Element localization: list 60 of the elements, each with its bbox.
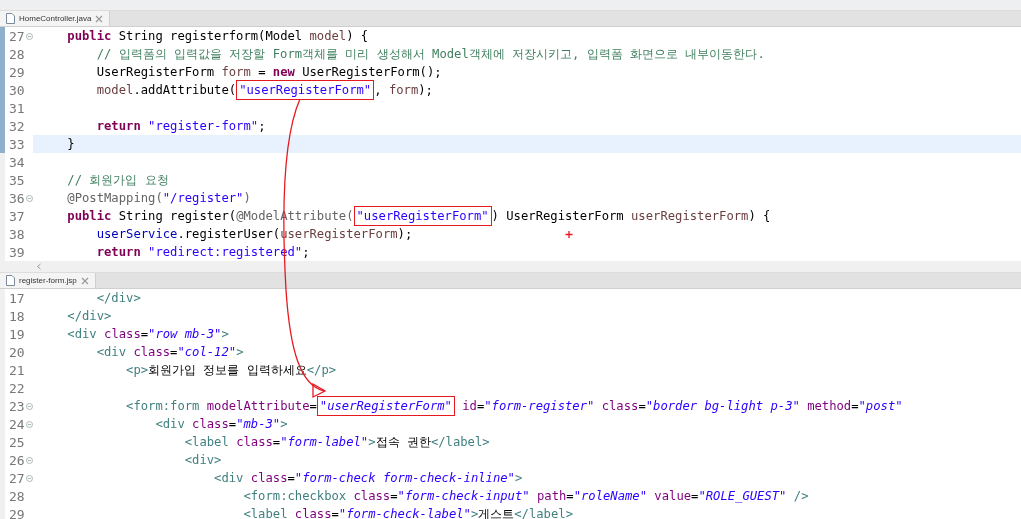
code-line: model.addAttribute( "userRegisterForm" , form); <box>38 83 433 97</box>
code-line: <div class="col-12"> <box>95 345 244 359</box>
code-line: <form:form modelAttribute= "userRegisterForm" id="form-register" class="border bg-light p-3" method="post" <box>38 399 903 413</box>
code-line: <div class="row mb-3"> <box>66 327 229 341</box>
file-icon <box>6 275 15 286</box>
fold-icon[interactable] <box>25 194 33 202</box>
code-line: </div> <box>95 291 141 305</box>
fold-icon[interactable] <box>25 32 33 40</box>
line-number: 18 <box>9 308 25 324</box>
line-number: 25 <box>9 434 25 450</box>
code-line: } <box>66 137 75 151</box>
editor-tab[interactable]: HomeController.java <box>0 11 111 26</box>
code-line: <div> <box>183 453 222 467</box>
code-line: return "register-form"; <box>95 119 266 133</box>
cursor-icon <box>564 230 574 239</box>
line-number: 23 <box>9 398 25 414</box>
scrollbar[interactable] <box>0 261 1021 273</box>
code-line: <label class="form-check-label">게스트</label> <box>242 505 573 519</box>
line-number: 28 <box>9 46 25 62</box>
line-number: 32 <box>9 118 25 134</box>
line-number: 21 <box>9 362 25 378</box>
line-number: 35 <box>9 172 25 188</box>
fold-icon[interactable] <box>25 474 33 482</box>
code-line: <div class="form-check form-check-inline"> <box>213 471 523 485</box>
line-number: 26 <box>9 452 25 468</box>
line-number: 27 <box>9 470 25 486</box>
line-number: 27 <box>9 28 25 44</box>
code-line: <div class="mb-3"> <box>154 417 288 431</box>
line-number: 22 <box>9 380 25 396</box>
line-number: 39 <box>9 244 25 260</box>
line-number: 34 <box>9 154 25 170</box>
line-number: 33 <box>9 136 25 152</box>
fold-icon[interactable] <box>25 420 33 428</box>
line-number: 28 <box>9 488 25 504</box>
line-number: 37 <box>9 208 25 224</box>
code-line: @PostMapping("/register") <box>66 191 251 205</box>
line-number: 38 <box>9 226 25 242</box>
line-number: 17 <box>9 290 25 306</box>
code-line: <label class="form-label">접속 권한</label> <box>183 433 490 451</box>
code-line: // 회원가입 요청 <box>66 171 169 189</box>
fold-icon[interactable] <box>25 402 33 410</box>
line-number: 29 <box>9 64 25 80</box>
line-number: 30 <box>9 82 25 98</box>
code-line: // 입력폼의 입력값을 저장할 Form객체를 미리 생성해서 Model객체에 저장시키고, 입력폼 화면으로 내부이동한다. <box>95 45 765 63</box>
line-number: 19 <box>9 326 25 342</box>
code-line: UserRegisterForm form = new UserRegisterForm(); <box>95 65 442 79</box>
close-icon[interactable] <box>95 14 104 23</box>
editor-tab[interactable]: register-form.jsp <box>0 273 96 288</box>
file-icon <box>6 13 15 24</box>
line-number: 24 <box>9 416 25 432</box>
close-icon[interactable] <box>80 276 89 285</box>
scroll-left-icon[interactable] <box>36 263 42 270</box>
code-line: </div> <box>66 309 112 323</box>
line-number: 29 <box>9 506 25 519</box>
code-line: <form:checkbox class="form-check-input" path="roleName" value="ROLE_GUEST" /> <box>242 489 809 503</box>
code-line: public String registerform(Model model) { <box>66 29 369 43</box>
line-number: 36 <box>9 190 25 206</box>
line-number: 31 <box>9 100 25 116</box>
fold-icon[interactable] <box>25 456 33 464</box>
line-number: 20 <box>9 344 25 360</box>
